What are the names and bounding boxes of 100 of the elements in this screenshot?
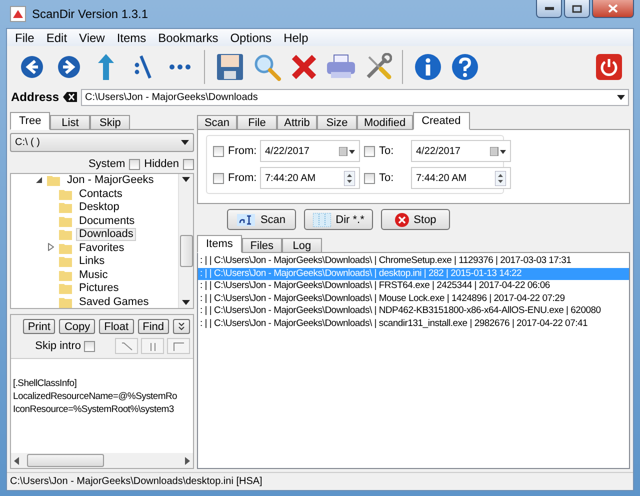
tree-item[interactable]: Desktop — [76, 201, 122, 214]
close-icon — [608, 4, 618, 13]
window-title: ScanDir Version 1.3.1 — [32, 7, 148, 21]
address-field[interactable]: C:\Users\Jon - MajorGeeks\Downloads — [81, 88, 629, 106]
result-row[interactable]: : | | C:\Users\Jon - MajorGeeks\Downloads\ | scandir131_install.exe | 2982676 | 2017-04-22 07:41 — [198, 318, 629, 330]
tab[interactable]: Files — [242, 238, 282, 253]
checkbox[interactable] — [129, 158, 140, 170]
collapse-icon[interactable] — [36, 177, 42, 184]
tab[interactable]: Scan — [197, 115, 237, 130]
preview-text-area[interactable]: [.ShellClassInfo] LocalizedResourceName=@%SystemRo IconResource=%SystemRoot%\system3 — [11, 359, 193, 453]
folder-icon — [59, 242, 72, 254]
tree-item[interactable]: Documents — [76, 214, 138, 228]
tab[interactable]: Tree — [10, 112, 50, 130]
tree-item[interactable]: Contacts — [76, 188, 126, 201]
date-field[interactable]: 4/22/2017 — [411, 140, 511, 162]
address-label: Address — [11, 90, 60, 104]
checkbox[interactable] — [364, 146, 375, 156]
folder-icon — [59, 296, 72, 308]
close-button[interactable] — [592, 0, 634, 18]
tree-item[interactable]: Favorites — [76, 242, 128, 255]
checkbox-label: To: — [379, 145, 395, 157]
action-button[interactable]: Stop — [381, 209, 450, 230]
status-text: C:\Users\Jon - MajorGeeks\Downloads\desktop.ini [HSA] — [10, 476, 262, 487]
search-icon — [252, 53, 280, 81]
preview-button[interactable]: Float — [99, 319, 134, 334]
preview-line: [.ShellClassInfo] — [13, 377, 78, 390]
folder-icon — [59, 216, 72, 227]
up-arrow-icon — [96, 53, 114, 81]
menu-item[interactable]: Help — [278, 30, 314, 44]
vertical-scrollbar[interactable] — [178, 174, 193, 308]
result-row[interactable]: : | | C:\Users\Jon - MajorGeeks\Downloads\ | ChromeSetup.exe | 1129376 | 2017-03-03 17:31 — [198, 255, 629, 268]
date-field[interactable]: 4/22/2017 — [260, 140, 360, 162]
tree-item[interactable]: Pictures — [76, 282, 122, 296]
menu-item[interactable]: Options — [224, 30, 278, 44]
more-icon — [168, 63, 190, 71]
result-row[interactable]: : | | C:\Users\Jon - MajorGeeks\Downloads\ | Mouse Lock.exe | 1424896 | 2017-04-22 07:29 — [198, 292, 629, 305]
tab[interactable]: Skip — [90, 115, 130, 130]
scroll-left-icon[interactable] — [14, 456, 19, 464]
time-field[interactable]: 7:44:20 AM — [260, 167, 360, 189]
checkbox-label: System — [88, 158, 126, 170]
folder-icon — [59, 270, 72, 281]
tab[interactable]: Items — [197, 235, 242, 253]
delete-icon — [290, 54, 316, 80]
preview-button[interactable]: Copy — [59, 319, 96, 334]
more-button[interactable] — [173, 319, 190, 334]
folder-icon — [47, 175, 60, 186]
preview-button[interactable]: Print — [22, 319, 56, 334]
scroll-thumb[interactable] — [27, 454, 104, 467]
tab[interactable]: Log — [282, 238, 322, 253]
checkbox[interactable] — [183, 158, 194, 170]
tab[interactable]: Attrib — [277, 115, 317, 130]
tree-item[interactable]: Music — [76, 268, 111, 282]
calendar-icon — [339, 146, 355, 156]
layout-button[interactable] — [115, 338, 138, 354]
tree-item[interactable]: Downloads — [76, 228, 136, 242]
spin-icon — [495, 170, 506, 186]
tree-item[interactable]: Jon - MajorGeeks — [64, 174, 157, 188]
scroll-thumb[interactable] — [180, 235, 192, 267]
menu-item[interactable]: View — [73, 30, 111, 44]
expand-icon[interactable] — [48, 243, 54, 252]
preview-button[interactable]: Find — [138, 319, 169, 334]
slant-line-icon — [120, 342, 132, 350]
dropdown-caret-icon — [617, 94, 625, 100]
checkbox[interactable] — [213, 146, 224, 156]
power-icon — [596, 54, 622, 80]
result-row[interactable]: : | | C:\Users\Jon - MajorGeeks\Downloads\ | FRST64.exe | 2425344 | 2017-04-22 06:06 — [198, 280, 629, 292]
checkbox-label: From: — [228, 172, 256, 184]
tab[interactable]: List — [50, 115, 90, 130]
tree-item[interactable]: Saved Games — [76, 296, 152, 308]
action-button[interactable]: Dir *.* — [304, 209, 373, 230]
menu-item[interactable]: File — [9, 30, 40, 44]
action-button[interactable]: Scan — [227, 209, 296, 230]
tab[interactable]: File — [237, 115, 277, 130]
tree-item[interactable]: Links — [76, 255, 108, 268]
dropdown-caret-icon — [181, 140, 189, 145]
drive-dropdown[interactable]: C:\ ( ) — [10, 133, 194, 152]
checkbox[interactable] — [84, 340, 95, 352]
stop-icon — [394, 212, 409, 226]
tab[interactable]: Size — [317, 115, 357, 130]
checkbox[interactable] — [213, 172, 224, 184]
spin-icon — [344, 170, 355, 186]
checkbox-label: To: — [379, 172, 395, 184]
horizontal-scrollbar[interactable] — [11, 453, 193, 468]
minimize-button[interactable] — [536, 0, 562, 18]
checkbox[interactable] — [364, 172, 375, 184]
preview-line: IconResource=%SystemRoot%\system3 — [13, 403, 175, 416]
tab[interactable]: Created — [412, 112, 470, 130]
time-field[interactable]: 7:44:20 AM — [411, 167, 511, 189]
clear-icon[interactable] — [63, 92, 78, 102]
result-row[interactable]: : | | C:\Users\Jon - MajorGeeks\Downloads\ | NDP462-KB3151800-x86-x64-AllOS-ENU.exe | 620080 — [198, 305, 629, 318]
menu-item[interactable]: Edit — [40, 30, 74, 44]
printer-icon — [326, 54, 356, 80]
folder-icon — [59, 283, 72, 294]
maximize-button[interactable] — [564, 0, 590, 18]
tab[interactable]: Modified — [357, 115, 413, 130]
layout-button[interactable] — [141, 338, 164, 354]
menu-item[interactable]: Bookmarks — [152, 30, 224, 44]
folder-icon — [59, 202, 72, 214]
scroll-right-icon[interactable] — [185, 456, 190, 464]
menu-item[interactable]: Items — [110, 30, 152, 44]
